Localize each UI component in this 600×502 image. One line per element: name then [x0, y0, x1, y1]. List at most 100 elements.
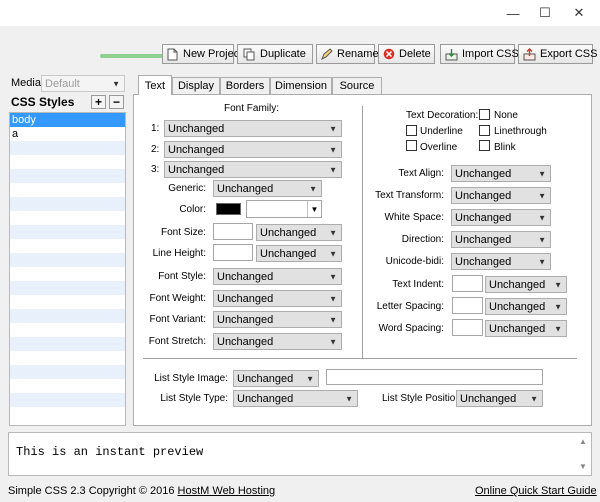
- delete-label: Delete: [399, 48, 431, 60]
- chevron-down-icon: ▼: [329, 272, 337, 281]
- text-align-select[interactable]: Unchanged ▼: [451, 165, 551, 182]
- list-style-position-label: List Style Position:: [382, 393, 464, 404]
- decoration-underline-label: Underline: [420, 126, 463, 137]
- text-indent-input[interactable]: [452, 275, 483, 292]
- font-style-select[interactable]: Unchanged ▼: [213, 268, 342, 285]
- media-select[interactable]: Default ▼: [41, 75, 125, 92]
- duplicate-icon: [242, 47, 256, 61]
- chevron-down-icon: ▼: [329, 315, 337, 324]
- font-stretch-select[interactable]: Unchanged ▼: [213, 333, 342, 350]
- copyright-text: 2.3 Copyright © 2016: [70, 485, 175, 497]
- import-css-button[interactable]: Import CSS: [440, 44, 519, 64]
- word-spacing-input[interactable]: [452, 319, 483, 336]
- text-indent-label: Text Indent:: [392, 279, 444, 290]
- chevron-down-icon: ▼: [554, 324, 562, 333]
- add-style-button[interactable]: +: [91, 95, 106, 109]
- generic-select[interactable]: Unchanged ▼: [213, 180, 322, 197]
- list-item[interactable]: a: [10, 127, 125, 141]
- line-height-unit-select[interactable]: Unchanged ▼: [256, 245, 342, 262]
- chevron-down-icon: ▼: [329, 337, 337, 346]
- decoration-overline-label: Overline: [420, 142, 458, 153]
- duplicate-label: Duplicate: [260, 48, 306, 60]
- text-transform-select[interactable]: Unchanged ▼: [451, 187, 551, 204]
- list-style-image-select[interactable]: Unchanged ▼: [233, 370, 319, 387]
- new-project-label: New Project: [183, 48, 243, 60]
- maximize-button[interactable]: ☐: [528, 0, 562, 26]
- font-family-1-label: 1:: [151, 123, 160, 134]
- list-style-type-label: List Style Type:: [160, 393, 228, 404]
- rename-button[interactable]: Rename: [316, 44, 379, 64]
- list-item[interactable]: body: [10, 113, 125, 127]
- font-family-1-value: Unchanged: [168, 122, 225, 135]
- scroll-up-icon[interactable]: ▲: [579, 437, 587, 446]
- pencil-icon: [321, 47, 333, 61]
- font-family-2-select[interactable]: Unchanged ▼: [164, 141, 342, 158]
- chevron-down-icon: ▼: [329, 145, 337, 154]
- white-space-select[interactable]: Unchanged ▼: [451, 209, 551, 226]
- quick-start-link[interactable]: Online Quick Start Guide: [475, 485, 597, 497]
- direction-select[interactable]: Unchanged ▼: [451, 231, 551, 248]
- unicode-bidi-select[interactable]: Unchanged ▼: [451, 253, 551, 270]
- chevron-down-icon: ▼: [307, 201, 321, 217]
- chevron-down-icon: ▼: [306, 374, 314, 383]
- tab-borders[interactable]: Borders: [220, 77, 270, 94]
- letter-spacing-label: Letter Spacing:: [376, 301, 444, 312]
- rename-label: Rename: [337, 48, 379, 60]
- tab-source[interactable]: Source: [332, 77, 382, 94]
- app-name: Simple CSS: [8, 485, 68, 497]
- word-spacing-unit-select[interactable]: Unchanged ▼: [485, 320, 567, 337]
- font-family-2-label: 2:: [151, 144, 160, 155]
- text-indent-unit-select[interactable]: Unchanged ▼: [485, 276, 567, 293]
- decoration-overline-checkbox[interactable]: [406, 140, 417, 151]
- scroll-down-icon[interactable]: ▼: [579, 462, 587, 471]
- decoration-none-checkbox[interactable]: [479, 109, 490, 120]
- tab-display[interactable]: Display: [172, 77, 220, 94]
- chevron-down-icon: ▼: [329, 294, 337, 303]
- tab-dimension[interactable]: Dimension: [270, 77, 332, 94]
- remove-style-button[interactable]: −: [109, 95, 124, 109]
- chevron-down-icon: ▼: [112, 79, 120, 88]
- export-css-button[interactable]: Export CSS: [518, 44, 597, 64]
- new-project-button[interactable]: New Project: [162, 44, 242, 64]
- decoration-underline-checkbox[interactable]: [406, 125, 417, 136]
- line-height-input[interactable]: [213, 244, 253, 261]
- decoration-linethrough-checkbox[interactable]: [479, 125, 490, 136]
- list-style-image-url-input[interactable]: [326, 369, 543, 385]
- font-weight-value: Unchanged: [217, 292, 274, 305]
- letter-spacing-input[interactable]: [452, 297, 483, 314]
- unicode-bidi-value: Unchanged: [455, 255, 512, 268]
- font-size-input[interactable]: [213, 223, 253, 240]
- close-button[interactable]: ✕: [562, 0, 596, 26]
- font-style-label: Font Style:: [158, 271, 206, 282]
- tab-text[interactable]: Text: [138, 75, 172, 95]
- color-swatch[interactable]: [216, 203, 241, 215]
- font-weight-select[interactable]: Unchanged ▼: [213, 290, 342, 307]
- chevron-down-icon: ▼: [554, 280, 562, 289]
- font-variant-value: Unchanged: [217, 313, 274, 326]
- font-family-1-select[interactable]: Unchanged ▼: [164, 120, 342, 137]
- list-style-type-select[interactable]: Unchanged ▼: [233, 390, 358, 407]
- direction-label: Direction:: [401, 234, 444, 245]
- font-family-3-select[interactable]: Unchanged ▼: [164, 161, 342, 178]
- color-label: Color:: [179, 204, 206, 215]
- delete-button[interactable]: Delete: [378, 44, 435, 64]
- import-icon: [445, 47, 458, 61]
- import-css-label: Import CSS: [462, 48, 519, 60]
- duplicate-button[interactable]: Duplicate: [237, 44, 313, 64]
- hostm-link[interactable]: HostM Web Hosting: [178, 485, 276, 497]
- preview-text: This is an instant preview: [16, 445, 204, 459]
- white-space-label: White Space:: [384, 212, 444, 223]
- list-style-position-select[interactable]: Unchanged ▼: [456, 390, 543, 407]
- css-styles-list[interactable]: body a: [9, 112, 126, 426]
- decoration-blink-checkbox[interactable]: [479, 140, 490, 151]
- chevron-down-icon: ▼: [538, 257, 546, 266]
- font-variant-select[interactable]: Unchanged ▼: [213, 311, 342, 328]
- color-dropdown[interactable]: ▼: [246, 200, 322, 218]
- decoration-none-label: None: [494, 110, 518, 121]
- letter-spacing-unit-select[interactable]: Unchanged ▼: [485, 298, 567, 315]
- font-size-unit-select[interactable]: Unchanged ▼: [256, 224, 342, 241]
- text-transform-value: Unchanged: [455, 189, 512, 202]
- font-family-label: Font Family:: [224, 103, 280, 114]
- minimize-button[interactable]: —: [496, 0, 530, 26]
- column-divider: [362, 106, 363, 358]
